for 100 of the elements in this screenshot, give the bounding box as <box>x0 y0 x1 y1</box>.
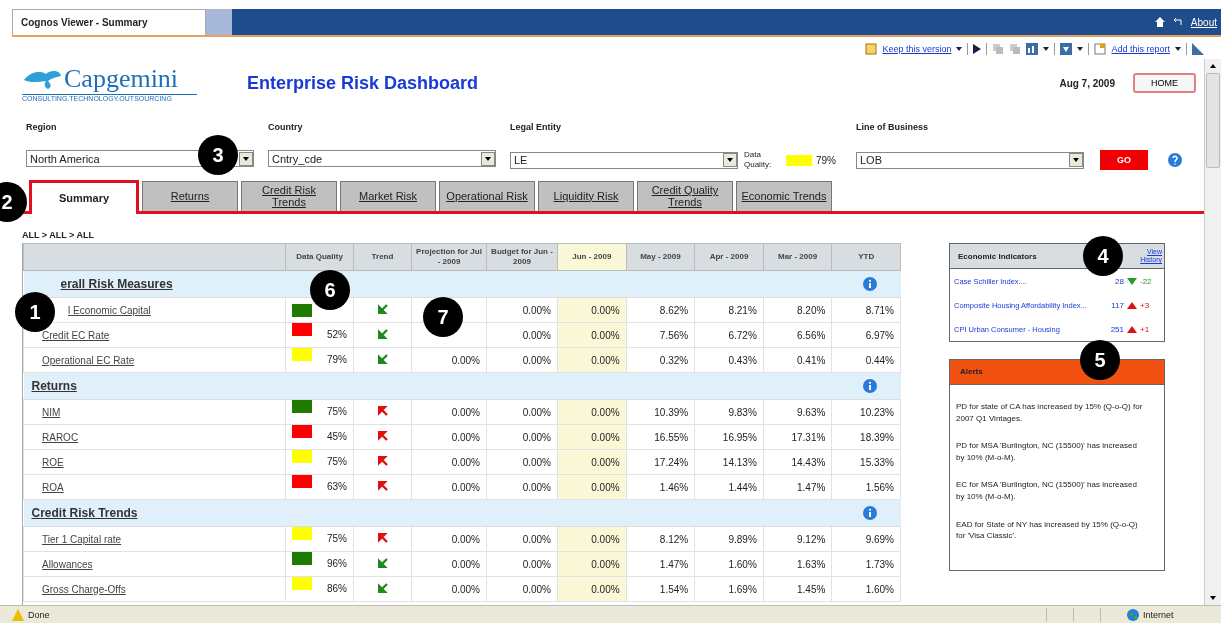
scroll-thumb[interactable] <box>1206 73 1220 168</box>
section-link[interactable]: erall Risk Measures <box>60 277 173 291</box>
status-text: Done <box>28 609 50 620</box>
table-cell: 9.69% <box>831 526 901 552</box>
tab[interactable]: Summary <box>29 180 139 214</box>
metric-link[interactable]: ROA <box>42 481 64 493</box>
dashboard-title: Enterprise Risk Dashboard <box>247 72 480 94</box>
filter-dropdown[interactable]: Cntry_cde <box>268 150 496 167</box>
table-cell: 17.24% <box>626 449 695 475</box>
section-link[interactable]: Credit Risk Trends <box>31 506 138 520</box>
table-cell: 10.23% <box>831 399 901 425</box>
metric-link[interactable]: Gross Charge-Offs <box>42 583 126 595</box>
table-cell: 9.89% <box>694 526 764 552</box>
table-cell: 0.44% <box>831 347 901 373</box>
copy-icon <box>992 43 1005 55</box>
metric-link[interactable]: Tier 1 Capital rate <box>42 533 122 545</box>
table-cell: 0.00% <box>411 399 487 425</box>
tab-stub <box>206 9 232 35</box>
table-cell: 1.44% <box>694 474 764 500</box>
info-icon[interactable] <box>863 379 878 393</box>
table-cell: 0.41% <box>763 347 832 373</box>
column-header: Jun - 2009 <box>557 243 627 271</box>
tab[interactable]: Credit Quality Trends <box>637 181 733 211</box>
table-cell: 0.00% <box>486 474 558 500</box>
filter-dropdown[interactable]: LOB <box>856 151 1084 169</box>
chart-icon[interactable] <box>1026 43 1039 55</box>
quality-value: 63% <box>327 480 347 494</box>
tab[interactable]: Returns <box>142 181 238 211</box>
column-header: Apr - 2009 <box>694 243 764 271</box>
table-cell: 16.95% <box>694 424 764 450</box>
caret-icon[interactable] <box>956 47 963 51</box>
quality-value: 75% <box>327 532 347 546</box>
filter-label: Region <box>26 122 58 132</box>
table-cell: 15.33% <box>831 449 901 475</box>
window-title[interactable]: Cognos Viewer - Summary <box>12 9 206 35</box>
quality-value: 52% <box>327 328 347 342</box>
column-header: Data Quality <box>285 243 354 271</box>
globe-icon <box>1127 608 1139 621</box>
table-cell: 16.55% <box>626 424 695 450</box>
back-icon[interactable] <box>1172 17 1183 27</box>
keep-version-link[interactable]: Keep this version <box>882 44 952 54</box>
caret-icon[interactable] <box>1043 47 1050 51</box>
table-cell: 6.56% <box>763 322 832 348</box>
help-icon[interactable] <box>1168 153 1182 167</box>
tab[interactable]: Market Risk <box>340 181 436 211</box>
paste-icon <box>1009 43 1022 55</box>
table-cell: 0.00% <box>486 322 558 348</box>
panel-title: Economic Indicators <box>958 251 1037 261</box>
table-cell: 6.97% <box>831 322 901 348</box>
table-cell: 0.00% <box>486 551 558 577</box>
ruler-icon[interactable] <box>1192 43 1204 55</box>
tab[interactable]: Credit Risk Trends <box>241 181 337 211</box>
metric-link[interactable]: RAROC <box>42 431 79 443</box>
table-cell: 0.00% <box>486 399 558 425</box>
table-cell: 0.00% <box>411 474 487 500</box>
indicator-change: +1 <box>1140 324 1151 334</box>
tab[interactable]: Liquidity Risk <box>538 181 634 211</box>
document-icon[interactable] <box>865 43 878 55</box>
report-date: Aug 7, 2009 <box>1059 77 1115 89</box>
filter-label: Country <box>268 122 304 132</box>
scrollbar[interactable] <box>1204 59 1221 605</box>
indicator-value: 251 <box>1110 324 1124 334</box>
indicator-value: 117 <box>1111 300 1124 310</box>
metric-link[interactable]: NIM <box>42 406 61 418</box>
breadcrumb: ALL > ALL > ALL <box>21 229 95 242</box>
info-icon[interactable] <box>863 506 878 520</box>
metric-link[interactable]: Credit EC Rate <box>42 329 110 341</box>
home-icon[interactable] <box>1154 17 1165 27</box>
quality-value: 75% <box>327 455 347 469</box>
go-button[interactable]: GO <box>1100 150 1148 170</box>
tab[interactable]: Operational Risk <box>439 181 535 211</box>
play-icon[interactable] <box>973 44 982 54</box>
add-report-link[interactable]: Add this report <box>1111 44 1170 54</box>
tab[interactable]: Economic Trends <box>736 181 832 211</box>
table-cell: 0.43% <box>694 347 764 373</box>
section-link[interactable]: Returns <box>31 379 77 393</box>
metric-link[interactable]: Allowances <box>42 558 93 570</box>
table-cell: 14.13% <box>694 449 764 475</box>
alert-text: EAD for State of NY has increased by 15% (Q-o-Q) for 'Visa Classic'. <box>956 518 1139 542</box>
metric-link[interactable]: ROE <box>42 456 64 468</box>
table-cell: 8.21% <box>694 297 764 323</box>
table-cell: 0.00% <box>486 297 558 323</box>
about-link[interactable]: About <box>1190 16 1217 28</box>
table-cell: 1.60% <box>694 551 764 577</box>
info-icon[interactable] <box>863 277 878 291</box>
filter-label: Legal Entity <box>510 122 562 132</box>
alert-text: PD for state of CA has increased by 15% (Q-o-Q) for 2007 Q1 Vintages. <box>956 401 1144 425</box>
caret-icon[interactable] <box>1175 47 1181 51</box>
table-cell: 0.32% <box>626 347 695 373</box>
metric-link[interactable]: Operational EC Rate <box>42 354 135 366</box>
caret-icon[interactable] <box>1077 47 1084 51</box>
table-cell: 18.39% <box>831 424 901 450</box>
table-cell: 0.00% <box>486 424 558 450</box>
indicator-change: -22 <box>1140 276 1153 286</box>
quality-value: 86% <box>327 582 347 596</box>
alert-text: EC for MSA 'Burlington, NC (15500)' has increased by 10% (M-o-M). <box>956 479 1138 503</box>
home-button[interactable]: HOME <box>1133 73 1196 93</box>
filter-dropdown[interactable]: LE <box>510 151 738 169</box>
download-icon[interactable] <box>1060 43 1073 55</box>
metric-link[interactable]: l Economic Capital <box>68 304 151 316</box>
